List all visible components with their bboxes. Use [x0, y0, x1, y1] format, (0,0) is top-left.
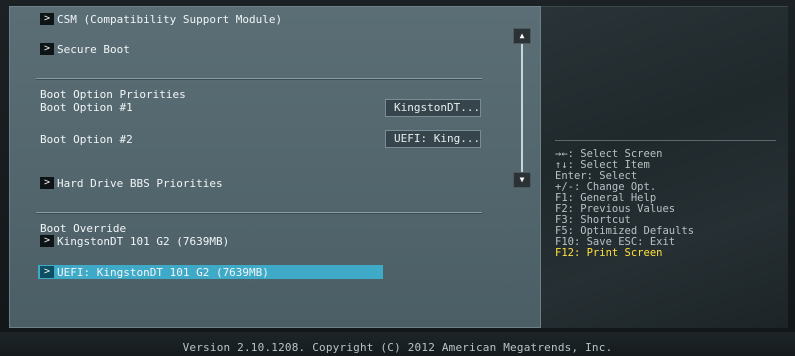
boot-override-kingston[interactable]: KingstonDT 101 G2 (7639MB) [57, 235, 229, 248]
scroll-down-icon[interactable]: ▼ [513, 172, 531, 188]
submenu-arrow-icon: > [40, 43, 54, 55]
submenu-arrow-icon: > [40, 235, 54, 247]
scrollbar-track[interactable] [521, 44, 523, 174]
section-divider [36, 212, 482, 213]
section-title-boot-override: Boot Override [40, 222, 127, 235]
boot-option-1-label: Boot Option #1 [40, 101, 133, 114]
section-divider [36, 78, 482, 79]
menu-item-secure-boot[interactable]: Secure Boot [57, 43, 130, 56]
submenu-arrow-icon: > [40, 177, 54, 189]
boot-option-1-select[interactable]: KingstonDT... [385, 99, 481, 117]
boot-override-uefi-kingston[interactable]: UEFI: KingstonDT 101 G2 (7639MB) [57, 266, 269, 279]
version-text: Version 2.10.1208. Copyright (C) 2012 Am… [182, 341, 613, 354]
help-print-screen: F12: Print Screen [555, 247, 663, 259]
scroll-up-icon[interactable]: ▲ [513, 28, 531, 44]
menu-item-hard-drive-bbs[interactable]: Hard Drive BBS Priorities [57, 177, 223, 190]
menu-item-csm[interactable]: CSM (Compatibility Support Module) [57, 13, 282, 26]
boot-option-2-select[interactable]: UEFI: King... [385, 130, 481, 148]
submenu-arrow-icon: > [40, 266, 54, 278]
submenu-arrow-icon: > [40, 13, 54, 25]
section-title-boot-priorities: Boot Option Priorities [40, 88, 186, 101]
help-divider [555, 140, 776, 141]
boot-option-2-label: Boot Option #2 [40, 133, 133, 146]
